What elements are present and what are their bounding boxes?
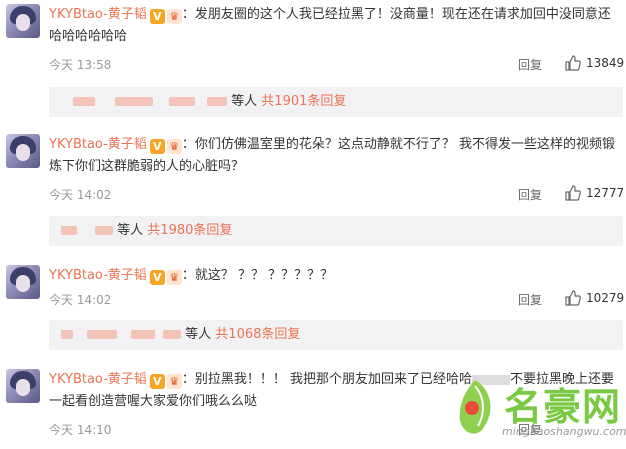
watermark-url: minghaoshangwu.com — [502, 425, 626, 438]
verified-badge-icon: V — [149, 374, 165, 389]
crown-badge-icon: ♛ — [166, 9, 182, 24]
crown-badge-icon: ♛ — [166, 374, 182, 389]
crown-badge-icon: ♛ — [166, 270, 182, 285]
watermark-logo: 名豪网 minghaoshangwu.com — [452, 378, 626, 448]
crown-badge-icon: ♛ — [166, 139, 182, 154]
thumbs-up-icon[interactable] — [565, 290, 581, 306]
verified-badge-icon: V — [149, 139, 165, 154]
avatar[interactable] — [6, 4, 40, 38]
comment-time: 今天 13:58 — [49, 58, 112, 72]
reply-button[interactable]: 回复 — [518, 186, 542, 203]
username-link[interactable]: YKYBtao-黄子韬 — [49, 137, 147, 152]
sub-reply-count-link[interactable]: 共1980条回复 — [147, 223, 232, 238]
sub-replies-bar[interactable]: 等人 共1901条回复 — [49, 87, 623, 117]
avatar[interactable] — [6, 265, 40, 299]
like-count: 12777 — [586, 186, 625, 200]
sub-replies-bar[interactable]: 等人 共1980条回复 — [49, 216, 623, 246]
verified-badge-icon: V — [149, 9, 165, 24]
masked-name — [169, 97, 195, 106]
thumbs-up-icon[interactable] — [565, 55, 581, 71]
reply-button[interactable]: 回复 — [518, 291, 542, 308]
masked-name — [87, 330, 117, 339]
masked-name — [115, 97, 153, 106]
leaf-logo-icon — [459, 380, 491, 434]
sub-suffix: 等人 — [231, 94, 258, 109]
comment-body: YKYBtao-黄子韬 V ♛ ：发朋友圈的这个人我已经拉黑了！没商量！现在还在请求加… — [49, 4, 623, 48]
avatar[interactable] — [6, 134, 40, 168]
masked-name — [73, 97, 95, 106]
avatar[interactable] — [6, 369, 40, 403]
sub-reply-count-link[interactable]: 共1901条回复 — [261, 94, 346, 109]
masked-name — [163, 330, 181, 339]
sub-suffix: 等人 — [117, 223, 144, 238]
comment-time: 今天 14:02 — [49, 188, 112, 202]
username-link[interactable]: YKYBtao-黄子韬 — [49, 7, 147, 22]
masked-name — [61, 226, 77, 235]
masked-name — [207, 97, 227, 106]
sub-replies-bar[interactable]: 等人 共1068条回复 — [49, 320, 623, 350]
comment-text: ：就这？ ？？ ？？？？？ — [181, 268, 334, 283]
comment-body: YKYBtao-黄子韬 V ♛ ：就这？ ？？ ？？？？？ — [49, 265, 623, 287]
like-count: 10279 — [586, 291, 625, 305]
comment-text: ：别拉黑我！！！ 我把那个朋友加回来了已经哈哈 — [181, 372, 472, 387]
watermark-title: 名豪网 — [504, 385, 622, 429]
username-link[interactable]: YKYBtao-黄子韬 — [49, 268, 147, 283]
verified-badge-icon: V — [149, 270, 165, 285]
masked-name — [95, 226, 113, 235]
comment-body: YKYBtao-黄子韬 V ♛ ：你们仿佛温室里的花朵？这点动静就不行了？ 我不得发一… — [49, 134, 623, 178]
thumbs-up-icon[interactable] — [565, 185, 581, 201]
masked-name — [131, 330, 155, 339]
comment-time: 今天 14:10 — [49, 423, 112, 437]
masked-name — [61, 330, 73, 339]
sub-reply-count-link[interactable]: 共1068条回复 — [215, 327, 300, 342]
like-count: 13849 — [586, 56, 625, 70]
username-link[interactable]: YKYBtao-黄子韬 — [49, 372, 147, 387]
sub-suffix: 等人 — [185, 327, 212, 342]
comment-time: 今天 14:02 — [49, 293, 112, 307]
reply-button[interactable]: 回复 — [518, 56, 542, 73]
